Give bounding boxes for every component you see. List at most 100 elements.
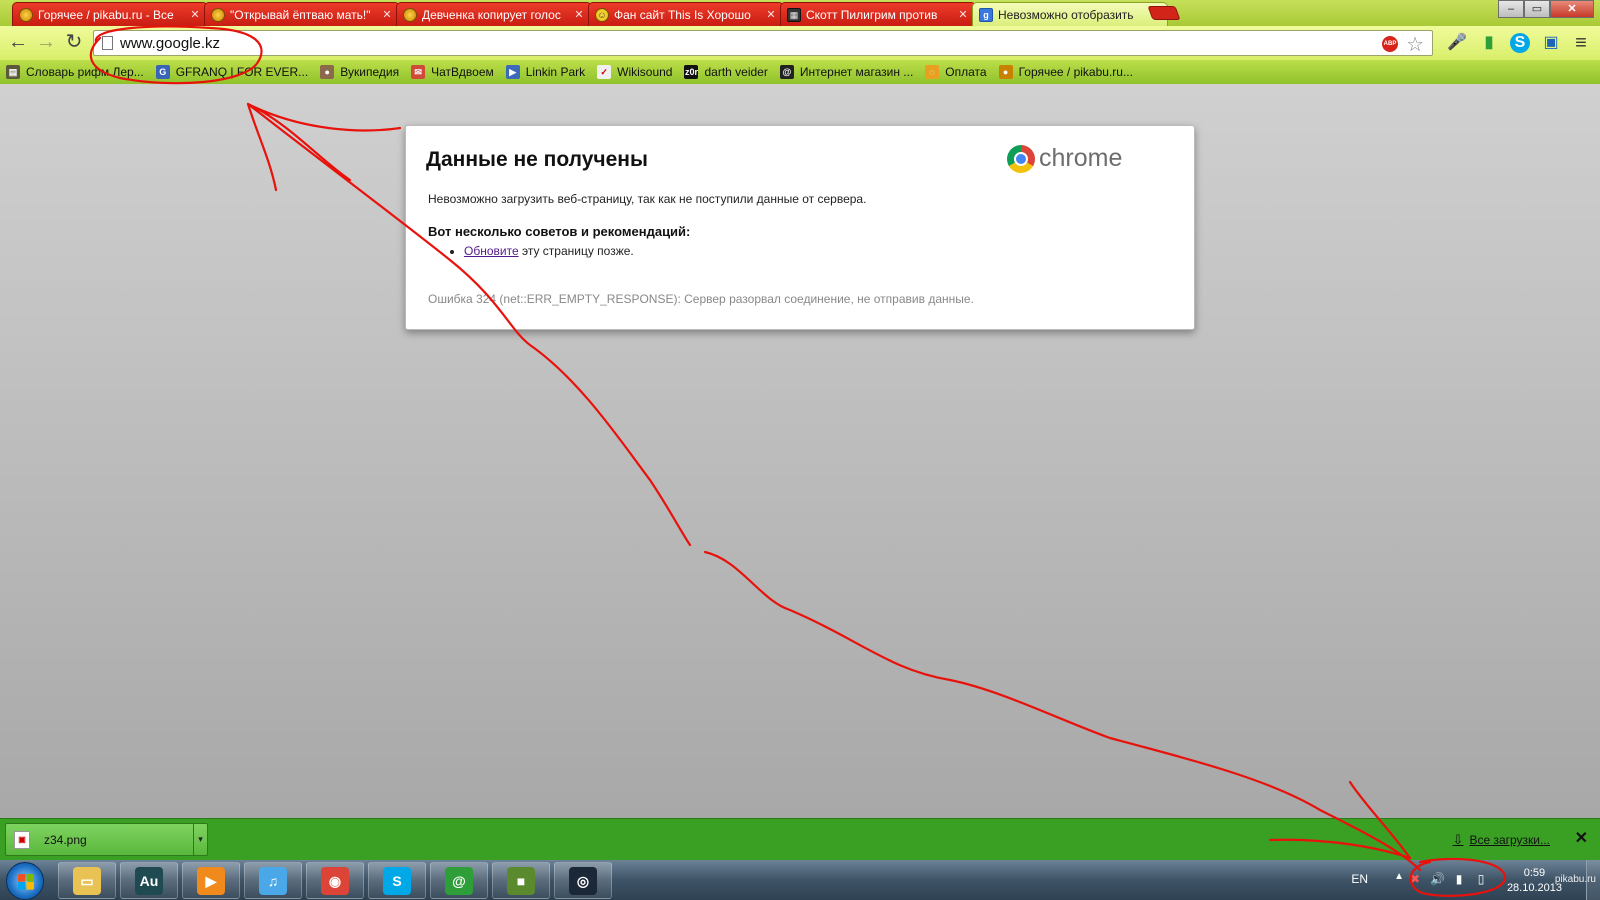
tab-title: Скотт Пилигрим против	[806, 7, 938, 22]
bookmark-label: Linkin Park	[525, 65, 586, 79]
tip-text: эту страницу позже.	[518, 244, 634, 258]
microphone-icon[interactable]: 🎤	[1446, 32, 1468, 54]
download-shelf: ▣ z34.png ▾ ⇩ Все загрузки... ✕	[0, 818, 1600, 860]
bookmark-label: GFRANQ | FOR EVER...	[175, 65, 309, 79]
taskbar-app[interactable]: ▶	[182, 862, 240, 899]
taskbar-app[interactable]: ◉	[306, 862, 364, 899]
skype-icon: S	[383, 866, 411, 895]
taskbar-app[interactable]: Au	[120, 862, 178, 899]
taskbar-app[interactable]: ■	[492, 862, 550, 899]
wookiepedia-icon: ●	[320, 65, 335, 79]
browser-toolbar: ← → ↻ ABP ☆ 🎤 ▮ S ▣ ≡	[0, 26, 1600, 60]
error-code: Ошибка 324 (net::ERR_EMPTY_RESPONSE): Се…	[428, 292, 974, 306]
chevron-down-icon[interactable]: ▾	[193, 824, 207, 855]
bookmark-item[interactable]: G GFRANQ | FOR EVER...	[155, 65, 309, 79]
language-indicator[interactable]: EN	[1351, 872, 1368, 886]
window-controls: – ▭ ✕	[1498, 0, 1594, 18]
bookmark-item[interactable]: ◌ Оплата	[925, 65, 987, 79]
taskbar-app[interactable]: ♫	[244, 862, 302, 899]
tip-item: Обновите эту страницу позже.	[464, 244, 634, 258]
download-item[interactable]: ▣ z34.png ▾	[5, 823, 208, 856]
bookmark-item[interactable]: ✉ ЧатВдвоем	[411, 65, 494, 79]
clock-date: 28.10.2013	[1506, 882, 1562, 894]
taskbar-app[interactable]: ◎	[554, 862, 612, 899]
pikabu-icon	[403, 7, 417, 22]
tab-3[interactable]: Девченка копирует голос ✕	[396, 2, 592, 26]
z0r-icon: z0r	[684, 65, 699, 79]
tab-1[interactable]: Горячее / pikabu.ru - Все ✕	[12, 2, 208, 26]
chrome-logo: chrome	[1007, 144, 1122, 173]
download-arrow-icon: ⇩	[1452, 832, 1464, 847]
tab-2[interactable]: "Открывай ёптваю мать!" ✕	[204, 2, 400, 26]
signal-bars-icon[interactable]: ▮	[1478, 32, 1500, 54]
taskbar-app[interactable]: @	[430, 862, 488, 899]
clock[interactable]: 0:59 28.10.2013	[1507, 866, 1562, 896]
bookmark-item[interactable]: ● Горячее / pikabu.ru...	[998, 65, 1133, 79]
tab-4[interactable]: ☺ Фан сайт This Is Хорошо ✕	[588, 2, 784, 26]
skype-extension-icon[interactable]: S	[1510, 33, 1530, 53]
explorer-icon: ▭	[73, 866, 101, 895]
forward-button[interactable]: →	[34, 31, 58, 55]
wikisound-icon: ✓	[597, 65, 612, 79]
bookmark-item[interactable]: ✓ Wikisound	[597, 65, 672, 79]
tab-title: Невозможно отобразить	[998, 7, 1134, 22]
bookmark-item[interactable]: ▤ Словарь рифм Лер...	[6, 65, 144, 79]
volume-icon[interactable]: 🔊	[1430, 872, 1445, 886]
bookmark-item[interactable]: z0r darth veider	[684, 65, 768, 79]
tab-title: Горячее / pikabu.ru - Все	[38, 7, 174, 22]
minecraft-icon: ■	[507, 866, 535, 895]
network-error-icon[interactable]: ✖	[1408, 872, 1422, 886]
tab-5[interactable]: ▦ Скотт Пилигрим против ✕	[780, 2, 976, 26]
battery-icon[interactable]: ▯	[1474, 872, 1488, 886]
pikabu-icon	[211, 7, 225, 22]
omnibox[interactable]: ABP ☆	[93, 30, 1433, 56]
minimize-button[interactable]: –	[1498, 0, 1524, 18]
reload-link[interactable]: Обновите	[464, 244, 519, 258]
audition-icon: Au	[135, 866, 163, 895]
reload-button[interactable]: ↻	[62, 31, 86, 55]
screen-capture-icon[interactable]: ▣	[1540, 32, 1562, 54]
address-bar-input[interactable]	[120, 33, 1320, 53]
adblock-icon[interactable]: ABP	[1382, 36, 1398, 52]
error-panel: Данные не получены chrome Невозможно заг…	[405, 125, 1195, 330]
tab-title: Фан сайт This Is Хорошо	[614, 7, 751, 22]
media-player-icon: ▶	[197, 866, 225, 895]
gfranq-icon: G	[155, 65, 170, 79]
windows-taskbar: ▭ Au ▶ ♫ ◉ S @ ■ ◎ EN ▲ ✖ 🔊 ▮ ▯ 0:59 28.10.2013	[0, 860, 1600, 900]
chrome-logo-icon	[1007, 144, 1035, 173]
close-shelf-button[interactable]: ✕	[1575, 828, 1588, 848]
close-tab-icon[interactable]: ✕	[573, 8, 585, 21]
maximize-button[interactable]: ▭	[1524, 0, 1550, 18]
bookmark-star-icon[interactable]: ☆	[1406, 32, 1424, 57]
bookmark-label: Словарь рифм Лер...	[26, 65, 144, 79]
tab-6[interactable]: gНевозможно отобразить✕	[972, 2, 1168, 26]
bookmark-item[interactable]: ▶ Linkin Park	[505, 65, 586, 79]
close-tab-icon[interactable]: ✕	[381, 8, 393, 21]
back-button[interactable]: ←	[6, 31, 30, 55]
close-window-button[interactable]: ✕	[1550, 0, 1594, 18]
tips-list: Обновите эту страницу позже.	[446, 244, 634, 258]
new-tab-button[interactable]	[1147, 6, 1181, 20]
signal-icon[interactable]: ▮	[1452, 872, 1466, 886]
bookmark-label: Интернет магазин ...	[799, 65, 914, 79]
close-tab-icon[interactable]: ✕	[957, 8, 969, 21]
start-button[interactable]	[6, 862, 44, 900]
bookmark-label: Оплата	[945, 65, 987, 79]
page-icon	[102, 36, 113, 50]
image-file-icon: ▣	[14, 830, 30, 849]
taskbar-app[interactable]: ▭	[58, 862, 116, 899]
smiley-icon: ☺	[595, 7, 609, 22]
tab-title: "Открывай ёптваю мать!"	[230, 7, 371, 22]
chrome-menu-icon[interactable]: ≡	[1570, 32, 1592, 54]
all-downloads-link[interactable]: ⇩ Все загрузки...	[1453, 832, 1550, 848]
taskbar-app[interactable]: S	[368, 862, 426, 899]
chat-icon: ✉	[411, 65, 426, 79]
bookmark-label: Вукипедия	[340, 65, 400, 79]
close-tab-icon[interactable]: ✕	[189, 8, 201, 21]
close-tab-icon[interactable]: ✕	[765, 8, 777, 21]
bookmark-item[interactable]: @ Интернет магазин ...	[779, 65, 914, 79]
show-hidden-icons-icon[interactable]: ▲	[1394, 871, 1404, 882]
shop-icon: @	[779, 65, 794, 79]
tab-strip: Горячее / pikabu.ru - Все ✕ "Открывай ёптв…	[0, 0, 1600, 26]
bookmark-item[interactable]: ● Вукипедия	[320, 65, 399, 79]
